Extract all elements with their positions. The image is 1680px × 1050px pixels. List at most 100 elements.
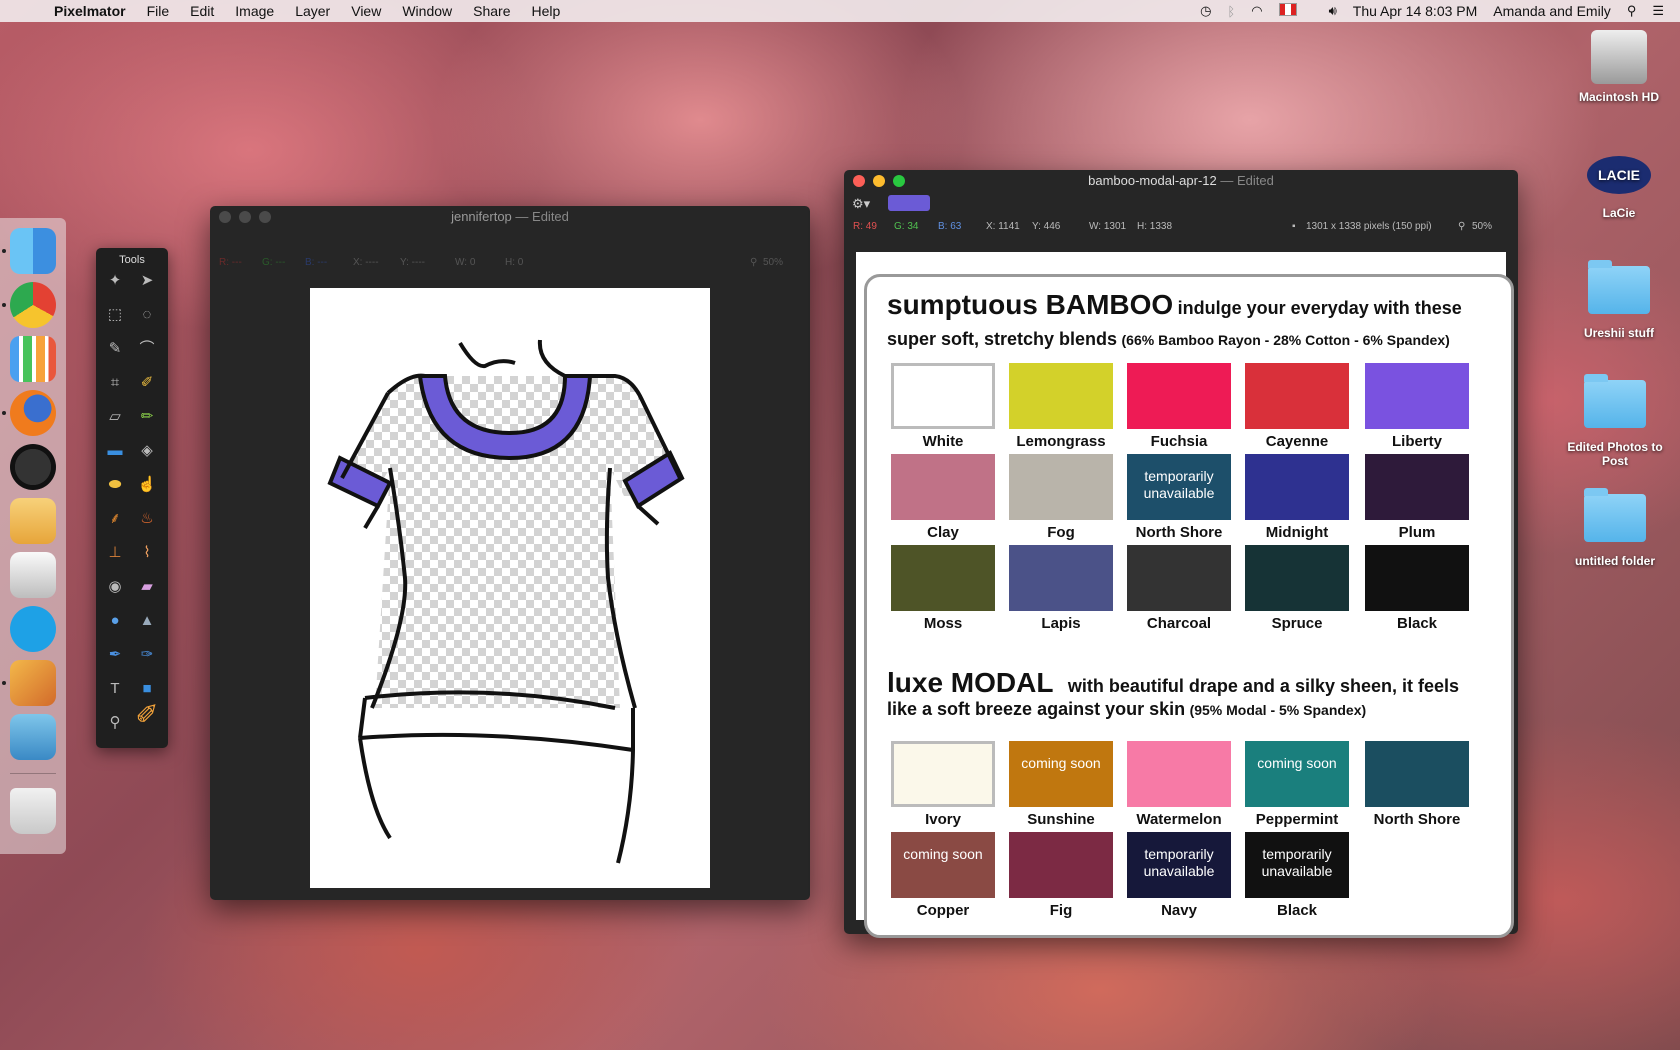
zoom-search-icon[interactable]: ⚲ bbox=[1458, 221, 1465, 232]
zoom-button[interactable] bbox=[259, 211, 271, 223]
fabric-swatch bbox=[891, 363, 995, 429]
desktop-macintosh-hd[interactable]: Macintosh HD bbox=[1560, 30, 1678, 104]
close-button[interactable] bbox=[219, 211, 231, 223]
info-h: H: 1338 bbox=[1137, 221, 1173, 232]
menu-help[interactable]: Help bbox=[531, 3, 560, 19]
firefox-icon[interactable] bbox=[10, 390, 56, 436]
swatch-label: North Shore bbox=[1373, 811, 1461, 828]
bamboo-subheading: super soft, stretchy blends (66% Bamboo … bbox=[887, 329, 1450, 350]
move-tool-icon[interactable]: ➤ bbox=[136, 270, 158, 292]
numbers-icon[interactable] bbox=[10, 336, 56, 382]
info-g: G: --- bbox=[262, 257, 286, 268]
info-x: X: ---- bbox=[353, 257, 379, 268]
iphoto-icon[interactable] bbox=[10, 714, 56, 760]
sponge-icon[interactable]: ⬬ bbox=[104, 474, 126, 496]
pages-icon[interactable] bbox=[10, 498, 56, 544]
fabric-swatch bbox=[1127, 545, 1231, 611]
minimize-button[interactable] bbox=[239, 211, 251, 223]
info-zoom[interactable]: 50% bbox=[763, 257, 783, 268]
menu-clock[interactable]: Thu Apr 14 8:03 PM bbox=[1353, 3, 1478, 19]
color-swatch-button[interactable] bbox=[888, 195, 930, 211]
bluetooth-icon[interactable]: ᛒ bbox=[1227, 4, 1235, 19]
zoom-button[interactable] bbox=[893, 175, 905, 187]
info-bar: R: 49 G: 34 B: 63 X: 1141 Y: 446 W: 1301… bbox=[844, 218, 1518, 236]
menu-share[interactable]: Share bbox=[473, 3, 510, 19]
ellipse-select-icon[interactable]: ◌ bbox=[136, 304, 158, 326]
quick-select-icon[interactable]: ✎ bbox=[104, 338, 126, 360]
minimize-button[interactable] bbox=[873, 175, 885, 187]
rect-select-icon[interactable]: ⬚ bbox=[104, 304, 126, 326]
dashboard-icon[interactable] bbox=[10, 444, 56, 490]
notification-center-icon[interactable]: ☰ bbox=[1652, 3, 1664, 19]
menu-window[interactable]: Window bbox=[402, 3, 452, 19]
fabric-swatch bbox=[891, 454, 995, 520]
sharpen-icon[interactable]: ▲ bbox=[136, 610, 158, 632]
bamboo-modal-titlebar[interactable]: bamboo-modal-apr-12 — Edited bbox=[844, 170, 1518, 192]
eraser-icon[interactable]: ▱ bbox=[104, 406, 126, 428]
window-title: bamboo-modal-apr-12 bbox=[1088, 173, 1217, 188]
active-color-picker-icon[interactable]: ✐ bbox=[130, 701, 164, 738]
shape-tool-icon[interactable]: ■ bbox=[136, 678, 158, 700]
desktop-folder-untitled[interactable]: untitled folder bbox=[1556, 488, 1674, 568]
healing-icon[interactable]: ⌇ bbox=[136, 542, 158, 564]
pen-icon[interactable]: ✒ bbox=[104, 644, 126, 666]
crop-icon[interactable]: ⌗ bbox=[104, 372, 126, 394]
menu-file[interactable]: File bbox=[147, 3, 170, 19]
menu-edit[interactable]: Edit bbox=[190, 3, 214, 19]
lasso-icon[interactable]: ⌒ bbox=[136, 338, 158, 360]
disk-utility-icon[interactable] bbox=[10, 552, 56, 598]
smudge-icon[interactable]: ☝ bbox=[136, 474, 158, 496]
type-tool-icon[interactable]: T bbox=[104, 678, 126, 700]
spotlight-icon[interactable]: ⚲ bbox=[1627, 3, 1637, 19]
burn-icon[interactable]: ♨ bbox=[136, 508, 158, 530]
red-eye-icon[interactable]: ◉ bbox=[104, 576, 126, 598]
modal-composition: (95% Modal - 5% Spandex) bbox=[1189, 702, 1367, 718]
wifi-icon[interactable]: ◠ bbox=[1251, 3, 1262, 19]
menu-layer[interactable]: Layer bbox=[295, 3, 330, 19]
zoom-search-icon[interactable]: ⚲ bbox=[750, 257, 757, 268]
pixelmator-icon[interactable] bbox=[10, 660, 56, 706]
pencil-icon[interactable]: ✏ bbox=[136, 406, 158, 428]
paint-bucket-icon[interactable]: ◈ bbox=[136, 440, 158, 462]
jennifertop-titlebar[interactable]: jennifertop — Edited bbox=[210, 206, 810, 228]
desktop-folder-ureshii[interactable]: Ureshii stuff bbox=[1560, 260, 1678, 340]
info-zoom[interactable]: 50% bbox=[1472, 221, 1492, 232]
time-machine-icon[interactable]: ◷ bbox=[1200, 3, 1211, 19]
bamboo-line2: super soft, stretchy blends bbox=[887, 329, 1118, 349]
menu-view[interactable]: View bbox=[351, 3, 381, 19]
blur-icon[interactable]: ● bbox=[104, 610, 126, 632]
swatch-availability-note: temporarily unavailable bbox=[1143, 846, 1215, 879]
swatch-label: Ivory bbox=[925, 811, 961, 828]
volume-icon[interactable]: 🔊︎ bbox=[1329, 3, 1337, 19]
input-source-flag-icon[interactable] bbox=[1278, 3, 1313, 19]
clone-stamp-icon[interactable]: ⊥ bbox=[104, 542, 126, 564]
skype-icon[interactable] bbox=[10, 606, 56, 652]
swatch-label: Watermelon bbox=[1136, 811, 1222, 828]
info-r: R: --- bbox=[219, 257, 242, 268]
zoom-tool-icon[interactable]: ⚲ bbox=[104, 712, 126, 734]
swatch-label: North Shore bbox=[1135, 524, 1223, 541]
light-eraser-icon[interactable]: ▰ bbox=[136, 576, 158, 598]
folder-icon bbox=[1584, 488, 1646, 542]
chrome-icon[interactable] bbox=[10, 282, 56, 328]
canvas[interactable]: sumptuous BAMBOO indulge your everyday w… bbox=[856, 252, 1514, 938]
desktop-folder-edited-photos[interactable]: Edited Photos to Post bbox=[1556, 374, 1674, 468]
shape-rect-icon[interactable]: ▬ bbox=[104, 440, 126, 462]
menu-image[interactable]: Image bbox=[235, 3, 274, 19]
magic-wand-icon[interactable]: ✦ bbox=[104, 270, 126, 292]
menu-user[interactable]: Amanda and Emily bbox=[1493, 3, 1611, 19]
menu-app-name[interactable]: Pixelmator bbox=[54, 3, 126, 19]
brush-icon[interactable]: ⸙ bbox=[104, 508, 126, 530]
freeform-pen-icon[interactable]: ✑ bbox=[136, 644, 158, 666]
swatch-label: Lemongrass bbox=[1016, 433, 1106, 450]
desktop-lacie[interactable]: LACIE LaCie bbox=[1560, 156, 1678, 220]
gear-menu-icon[interactable]: ⚙▾ bbox=[852, 196, 870, 212]
eyedropper-icon[interactable]: ✐ bbox=[136, 372, 158, 394]
finder-icon[interactable] bbox=[10, 228, 56, 274]
close-button[interactable] bbox=[853, 175, 865, 187]
modal-subheading: like a soft breeze against your skin (95… bbox=[887, 699, 1366, 720]
trash-icon[interactable] bbox=[10, 788, 56, 834]
info-x: X: 1141 bbox=[986, 221, 1020, 232]
canvas[interactable] bbox=[310, 288, 710, 888]
modal-tagline: with beautiful drape and a silky sheen, … bbox=[1067, 676, 1460, 696]
